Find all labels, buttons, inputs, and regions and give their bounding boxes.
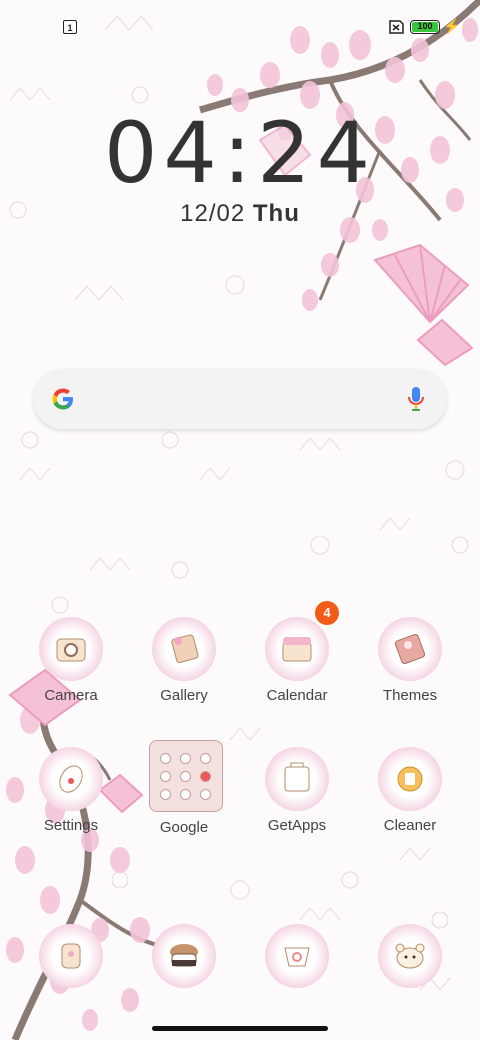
home-indicator[interactable] [152,1026,328,1031]
app-label: Calendar [266,687,328,704]
settings-icon [39,747,103,811]
calendar-icon [265,617,329,681]
app-camera[interactable]: Camera [21,617,121,704]
app-cleaner[interactable]: Cleaner [360,747,460,834]
messages-icon [152,924,216,988]
app-label: Google [159,819,209,836]
google-search-bar[interactable] [33,369,447,429]
weekday-text: Thu [252,200,300,227]
app-gallery[interactable]: Gallery [134,617,234,704]
battery-level: 100 [412,22,438,32]
app-label: Settings [43,817,99,834]
app-google-folder[interactable]: Google [134,740,234,836]
dock-browser[interactable] [247,924,347,988]
browser-icon [265,924,329,988]
lockscreen-date: 12/02 Thu [0,200,480,228]
dock-phone[interactable] [21,924,121,988]
app-calendar[interactable]: 4 Calendar [247,601,347,704]
no-sim-icon [389,20,404,34]
dock-bear[interactable] [360,924,460,988]
notification-icon: 1 [63,20,77,34]
phone-icon [39,924,103,988]
app-themes[interactable]: Themes [360,617,460,704]
themes-icon [378,617,442,681]
cleaner-icon [378,747,442,811]
google-g-icon [52,388,73,410]
gallery-icon [152,617,216,681]
app-label: Cleaner [383,817,437,834]
charging-icon: ⚡ [443,18,461,34]
app-settings[interactable]: Settings [21,747,121,834]
dock-messages[interactable] [134,924,234,988]
bear-icon [378,924,442,988]
lockscreen-clock: 04:24 [0,104,480,202]
getapps-icon [265,747,329,811]
camera-icon [39,617,103,681]
notification-badge: 4 [315,601,339,625]
google-folder-icon [149,740,223,812]
battery-icon: 100 [410,20,440,34]
clock-time: 04:24 [103,104,377,202]
app-label: GetApps [267,817,327,834]
date-text: 12/02 [180,200,246,227]
status-bar: 1 100 ⚡ [0,0,480,50]
app-label: Camera [44,687,98,704]
app-label: Gallery [160,687,208,704]
app-getapps[interactable]: GetApps [247,747,347,834]
app-label: Themes [382,687,438,704]
microphone-icon[interactable] [407,385,425,413]
